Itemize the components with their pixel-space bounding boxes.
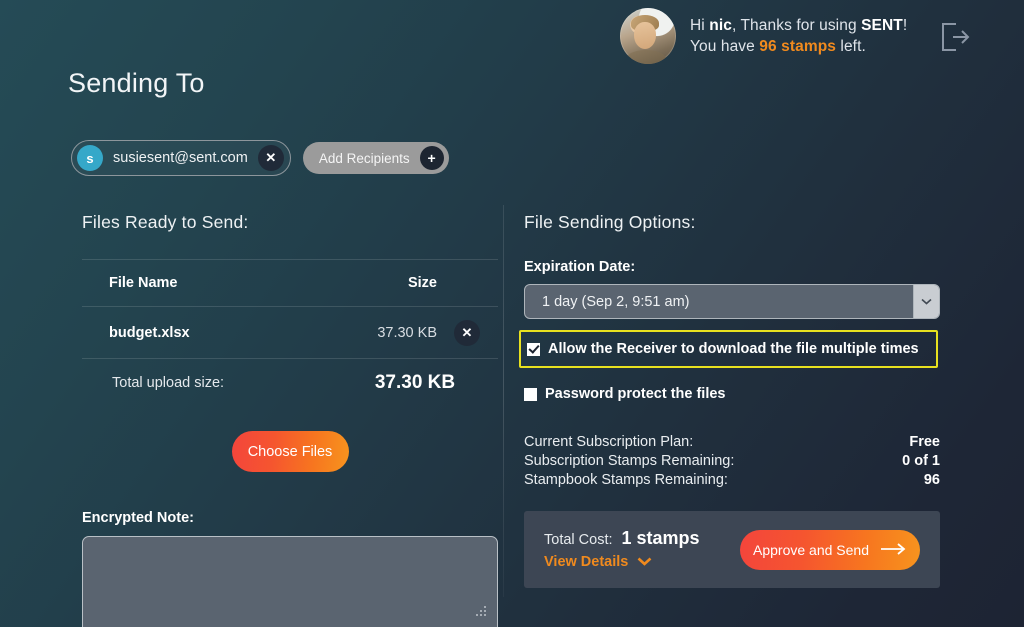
expiration-date-value: 1 day (Sep 2, 9:51 am): [542, 293, 690, 310]
files-panel: Files Ready to Send: File Name Size budg…: [82, 212, 498, 627]
avatar-face: [634, 22, 656, 49]
choose-files-button[interactable]: Choose Files: [231, 431, 349, 472]
table-row: budget.xlsx 37.30 KB ✕: [82, 307, 498, 359]
column-header-file-name: File Name: [109, 275, 178, 291]
add-recipients-button[interactable]: Add Recipients +: [302, 142, 449, 174]
column-header-size: Size: [407, 275, 437, 291]
recipient-initial-avatar: s: [77, 145, 103, 171]
greeting-mid: , Thanks for using: [731, 17, 862, 34]
stamps-prefix: You have: [690, 38, 760, 55]
file-actions-cell: ✕: [437, 319, 497, 346]
cost-panel: Total Cost: 1 stamps View Details Approv…: [524, 511, 940, 588]
allow-multiple-download-label: Allow the Receiver to download the file …: [548, 341, 919, 357]
logout-icon[interactable]: [931, 14, 975, 58]
greeting-line-1: Hi nic, Thanks for using SENT!: [690, 15, 907, 36]
avatar: [620, 8, 676, 64]
account-header: Hi nic, Thanks for using SENT! You have …: [620, 8, 975, 64]
chevron-down-icon: [913, 285, 939, 318]
remove-file-button[interactable]: ✕: [454, 319, 480, 346]
approve-and-send-button[interactable]: Approve and Send: [740, 529, 920, 570]
subscription-stamps-value: 0 of 1: [902, 453, 940, 469]
arrow-right-icon: [880, 542, 907, 558]
view-details-toggle[interactable]: View Details: [544, 553, 700, 571]
password-protect-option[interactable]: Password protect the files: [524, 381, 940, 407]
column-divider: [503, 205, 504, 597]
greeting-suffix: !: [902, 17, 908, 34]
stamps-suffix: left.: [836, 38, 866, 55]
files-table: File Name Size budget.xlsx 37.30 KB ✕ To…: [82, 259, 498, 407]
password-protect-checkbox[interactable]: [524, 387, 537, 401]
file-size-cell: 37.30 KB: [377, 324, 437, 341]
table-header-row: File Name Size: [82, 259, 498, 307]
files-section-title: Files Ready to Send:: [82, 212, 249, 232]
encrypted-note-label: Encrypted Note:: [82, 510, 194, 526]
password-protect-label: Password protect the files: [545, 386, 726, 402]
recipients-bar: s susiesent@sent.com ✕ Add Recipients +: [71, 140, 449, 176]
recipient-chip[interactable]: s susiesent@sent.com ✕: [71, 140, 291, 176]
plus-icon: +: [419, 146, 444, 170]
total-upload-label: Total upload size:: [112, 375, 225, 391]
remove-recipient-button[interactable]: ✕: [257, 145, 284, 171]
recipient-email: susiesent@sent.com: [113, 150, 248, 166]
add-recipients-label: Add Recipients: [318, 150, 410, 166]
total-cost-value: 1 stamps: [621, 528, 700, 548]
page-title: Sending To: [68, 68, 205, 98]
cost-summary: Total Cost: 1 stamps View Details: [544, 528, 700, 571]
greeting-prefix: Hi: [690, 17, 710, 34]
avatar-body: [626, 50, 666, 64]
greeting-line-2: You have 96 stamps left.: [690, 36, 907, 57]
current-plan-label: Current Subscription Plan:: [524, 434, 694, 450]
current-plan-value: Free: [909, 434, 940, 450]
encrypted-note-input[interactable]: [82, 536, 498, 627]
approve-and-send-label: Approve and Send: [753, 541, 869, 558]
chevron-down-icon: [637, 553, 652, 571]
options-panel: File Sending Options: Expiration Date: 1…: [519, 212, 940, 588]
subscription-stamps-label: Subscription Stamps Remaining:: [524, 453, 735, 469]
options-section-title: File Sending Options:: [524, 212, 696, 232]
total-cost-row: Total Cost: 1 stamps: [544, 528, 700, 549]
expiration-date-select[interactable]: 1 day (Sep 2, 9:51 am): [524, 284, 940, 319]
stampbook-stamps-value: 96: [923, 472, 940, 488]
stamps-left-count: 96 stamps: [759, 38, 837, 55]
total-upload-row: Total upload size: 37.30 KB: [82, 359, 498, 407]
expiration-date-label: Expiration Date:: [524, 259, 636, 275]
greeting-block: Hi nic, Thanks for using SENT! You have …: [690, 15, 907, 57]
view-details-label: View Details: [544, 554, 629, 570]
total-upload-value: 37.30 KB: [374, 372, 456, 393]
allow-multiple-download-highlight: Allow the Receiver to download the file …: [519, 330, 938, 368]
user-name: nic: [709, 17, 732, 34]
allow-multiple-download-checkbox[interactable]: [527, 342, 540, 356]
plan-line: Subscription Stamps Remaining: 0 of 1: [524, 452, 940, 471]
total-cost-label: Total Cost:: [544, 532, 613, 548]
subscription-summary: Current Subscription Plan: Free Subscrip…: [524, 433, 940, 490]
plan-line: Current Subscription Plan: Free: [524, 433, 940, 452]
brand-name: SENT: [861, 17, 903, 34]
stampbook-stamps-label: Stampbook Stamps Remaining:: [524, 472, 728, 488]
plan-line: Stampbook Stamps Remaining: 96: [524, 471, 940, 490]
file-name-cell: budget.xlsx: [109, 324, 190, 341]
textarea-resize-handle[interactable]: [474, 604, 488, 618]
allow-multiple-download-option[interactable]: Allow the Receiver to download the file …: [527, 336, 930, 362]
